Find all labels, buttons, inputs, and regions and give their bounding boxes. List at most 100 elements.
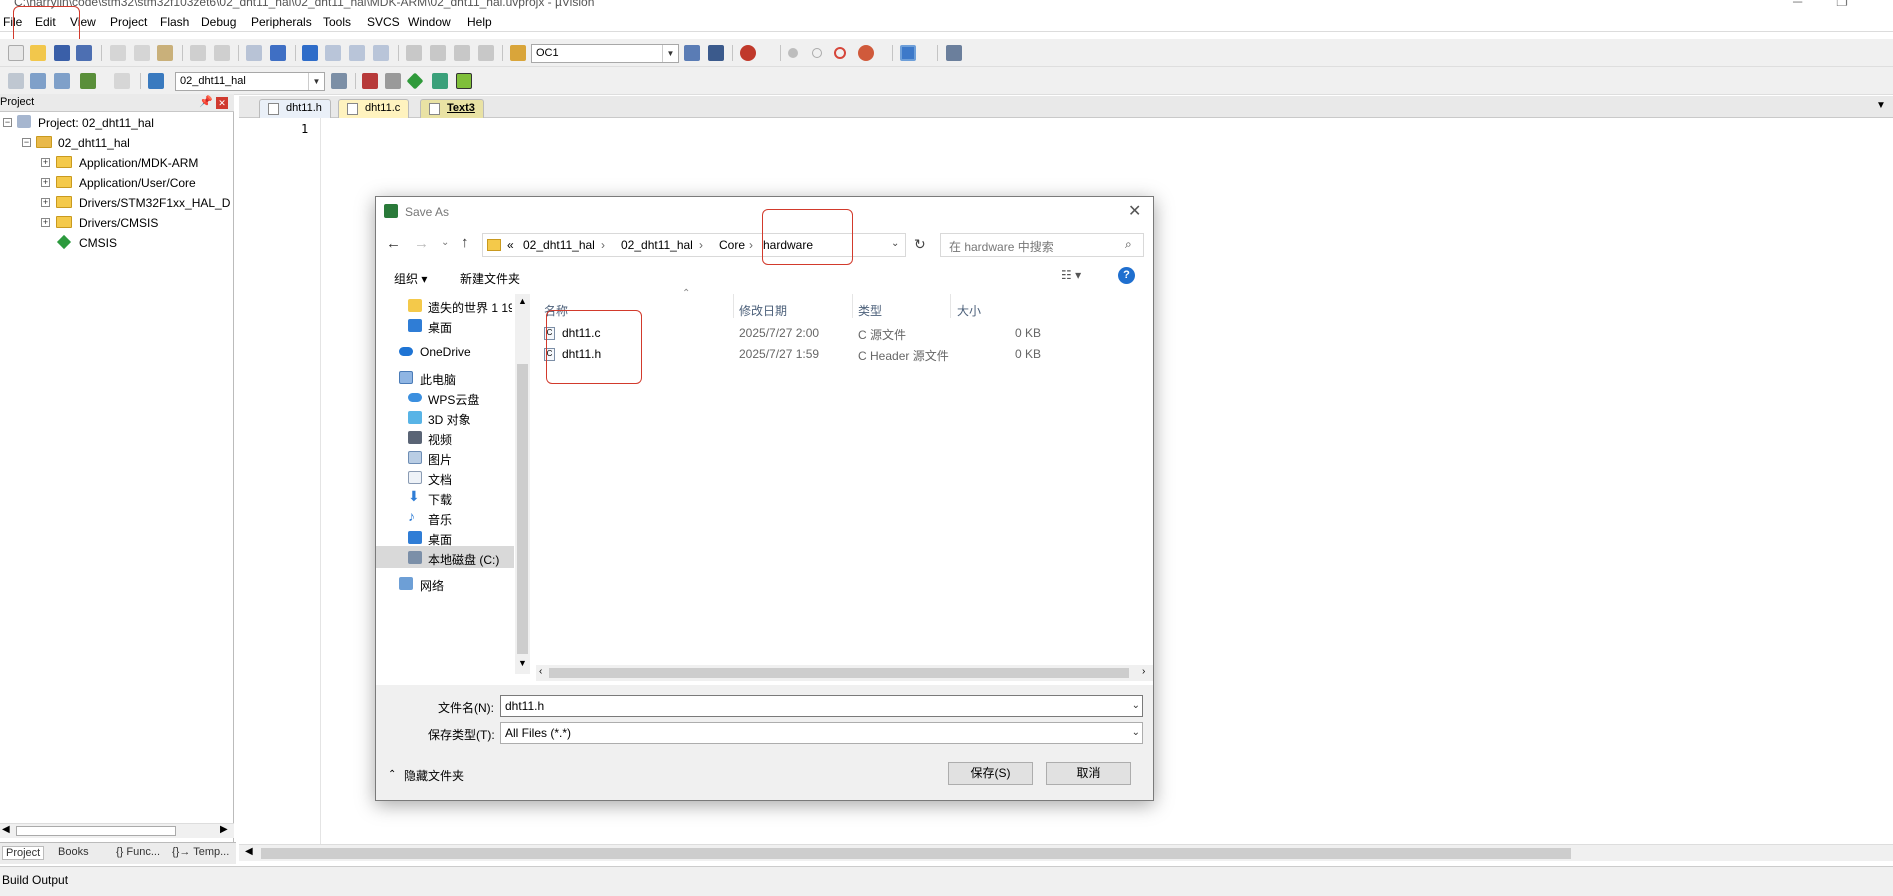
project-hscroll[interactable]: ◀ ▶ xyxy=(0,823,234,838)
menu-help[interactable]: Help xyxy=(467,15,492,29)
menu-project[interactable]: Project xyxy=(110,15,147,29)
navigation-scrollbar[interactable]: ▲ ▼ xyxy=(515,294,530,674)
menu-flash[interactable]: Flash xyxy=(160,15,189,29)
tab-dht11-h[interactable]: dht11.h xyxy=(259,99,331,118)
tree-item-group[interactable]: + Application/MDK-ARM xyxy=(0,154,230,172)
bookmark-clear-icon[interactable] xyxy=(373,45,389,61)
tree-item-target[interactable]: − 02_dht11_hal xyxy=(0,134,230,152)
nav-item-downloads[interactable]: ⬇ 下载 xyxy=(376,486,514,508)
recent-chevron-icon[interactable]: ⌄ xyxy=(441,237,449,248)
scroll-left-icon[interactable]: ◀ xyxy=(245,846,253,857)
expand-icon[interactable]: + xyxy=(41,218,50,227)
file-list-hscroll[interactable]: ‹ › xyxy=(536,665,1153,681)
scroll-left-icon[interactable]: ‹ xyxy=(539,666,542,677)
scroll-thumb[interactable] xyxy=(549,668,1129,678)
forward-arrow-icon[interactable]: → xyxy=(414,235,429,252)
rte-icon[interactable] xyxy=(456,73,472,89)
organize-button[interactable]: 组织 ▾ xyxy=(394,270,427,287)
save-all-icon[interactable] xyxy=(76,45,92,61)
window-layout-icon[interactable] xyxy=(900,45,916,61)
back-arrow-icon[interactable]: ← xyxy=(386,235,401,252)
copy-icon[interactable] xyxy=(134,45,150,61)
rebuild-icon[interactable] xyxy=(54,73,70,89)
scroll-thumb[interactable] xyxy=(16,826,176,836)
menu-svcs[interactable]: SVCS xyxy=(367,15,400,29)
nav-item-desktop[interactable]: 桌面 xyxy=(376,314,514,336)
hide-folders-toggle[interactable]: 隐藏文件夹 xyxy=(404,767,464,784)
chevron-down-icon[interactable]: ⌄ xyxy=(1132,700,1140,711)
pack-installer-icon[interactable] xyxy=(432,73,448,89)
chevron-up-icon[interactable]: ⌃ xyxy=(388,769,396,780)
incremental-find-icon[interactable] xyxy=(684,45,700,61)
breadcrumb-overflow[interactable]: « xyxy=(507,238,514,252)
comment-icon[interactable] xyxy=(454,45,470,61)
find-in-files-icon[interactable] xyxy=(510,45,526,61)
tab-functions[interactable]: {} Func... xyxy=(116,846,160,858)
batch-build-icon[interactable] xyxy=(80,73,96,89)
chevron-down-icon[interactable]: ⌄ xyxy=(1132,727,1140,738)
tab-templates[interactable]: {}→ Temp... xyxy=(172,846,229,858)
refresh-icon[interactable]: ↻ xyxy=(914,236,926,253)
close-icon[interactable]: ✕ xyxy=(216,97,228,109)
pin-icon[interactable]: 📌 xyxy=(199,95,213,108)
indent-icon[interactable] xyxy=(406,45,422,61)
nav-item-local-disk-c[interactable]: 本地磁盘 (C:) xyxy=(376,546,514,568)
nav-item-pictures[interactable]: 图片 xyxy=(376,446,514,468)
bookmark-prev-icon[interactable] xyxy=(325,45,341,61)
menu-tools[interactable]: Tools xyxy=(323,15,351,29)
tree-item-project-root[interactable]: − Project: 02_dht11_hal xyxy=(0,114,230,132)
breakpoint-icon[interactable] xyxy=(788,48,798,58)
nav-item-onedrive[interactable]: OneDrive xyxy=(376,340,514,362)
select-packs-icon[interactable] xyxy=(406,72,424,90)
target-options-icon[interactable] xyxy=(331,73,347,89)
find-icon[interactable] xyxy=(708,45,724,61)
close-icon[interactable]: ✕ xyxy=(1128,201,1141,221)
undo-icon[interactable] xyxy=(190,45,206,61)
breadcrumb-item[interactable]: 02_dht11_hal xyxy=(621,238,693,252)
tree-item-group[interactable]: + Drivers/CMSIS xyxy=(0,214,230,232)
tab-list-chevron-icon[interactable]: ▼ xyxy=(1876,100,1886,111)
breadcrumb-item[interactable]: 02_dht11_hal xyxy=(523,238,595,252)
menu-peripherals[interactable]: Peripherals xyxy=(251,15,312,29)
search-box[interactable]: 在 hardware 中搜索 ⌕ xyxy=(940,233,1144,257)
new-folder-button[interactable]: 新建文件夹 xyxy=(460,270,520,287)
tab-dht11-c[interactable]: dht11.c xyxy=(338,99,410,118)
tree-item-group[interactable]: + Application/User/Core xyxy=(0,174,230,192)
column-header-type[interactable]: 类型 xyxy=(858,302,882,319)
navigate-back-icon[interactable] xyxy=(246,45,262,61)
help-icon[interactable]: ? xyxy=(1118,267,1135,284)
debug-session-icon[interactable] xyxy=(740,45,756,61)
nav-item-documents[interactable]: 文档 xyxy=(376,466,514,488)
expand-icon[interactable]: + xyxy=(41,178,50,187)
collapse-icon[interactable]: − xyxy=(22,138,31,147)
scroll-thumb[interactable] xyxy=(261,848,1571,859)
nav-item-videos[interactable]: 视频 xyxy=(376,426,514,448)
nav-item-this-pc[interactable]: 此电脑 xyxy=(376,366,514,388)
redo-icon[interactable] xyxy=(214,45,230,61)
tree-item-cmsis[interactable]: CMSIS xyxy=(0,234,230,252)
minimize-icon[interactable]: ─ xyxy=(1793,0,1802,9)
tab-text3[interactable]: Text3 xyxy=(420,99,484,118)
uncomment-icon[interactable] xyxy=(478,45,494,61)
scroll-down-icon[interactable]: ▼ xyxy=(518,658,527,668)
expand-icon[interactable]: + xyxy=(41,158,50,167)
paste-icon[interactable] xyxy=(157,45,173,61)
nav-item-pinned-folder[interactable]: 遗失的世界 1 19 xyxy=(376,294,514,316)
search-icon[interactable]: ⌕ xyxy=(1125,237,1132,252)
collapse-icon[interactable]: − xyxy=(3,118,12,127)
editor-hscroll[interactable]: ◀ xyxy=(239,844,1893,861)
target-select[interactable]: 02_dht11_hal ▼ xyxy=(175,72,325,91)
cut-icon[interactable] xyxy=(110,45,126,61)
manage-components-icon[interactable] xyxy=(362,73,378,89)
nav-item-network[interactable]: 网络 xyxy=(376,572,514,594)
build-icon[interactable] xyxy=(30,73,46,89)
stop-build-icon[interactable] xyxy=(114,73,130,89)
save-icon[interactable] xyxy=(54,45,70,61)
breadcrumb-item[interactable]: Core xyxy=(719,238,745,252)
filetype-select[interactable]: All Files (*.*) ⌄ xyxy=(500,722,1143,744)
nav-item-3d-objects[interactable]: 3D 对象 xyxy=(376,406,514,428)
tab-project[interactable]: Project xyxy=(2,846,45,860)
column-header-size[interactable]: 大小 xyxy=(957,302,981,319)
breakpoint-kill-icon[interactable] xyxy=(834,47,846,59)
tree-item-group[interactable]: + Drivers/STM32F1xx_HAL_Driver xyxy=(0,194,230,212)
